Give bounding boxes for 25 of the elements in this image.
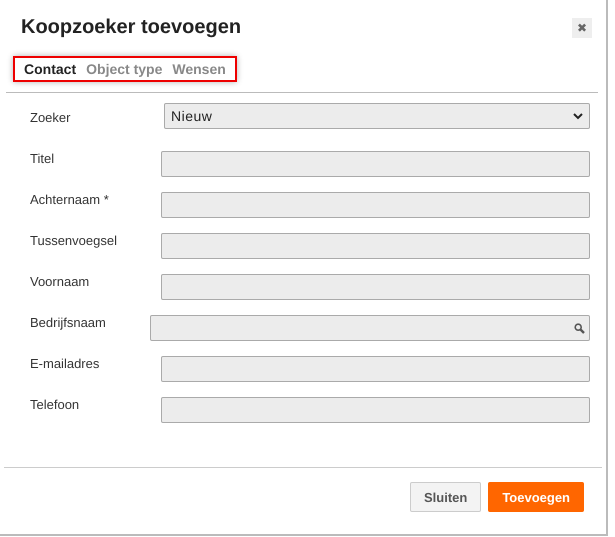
tab[interactable]: Wensen [167,61,231,77]
input-field[interactable] [161,274,590,300]
input-field[interactable] [161,192,590,218]
field-label: Bedrijfsnaam [30,315,107,330]
input-field[interactable] [161,356,590,382]
add-button[interactable]: Toevoegen [488,482,584,512]
chevron-down-icon [573,112,583,120]
input-field[interactable] [161,233,590,259]
close-dialog-button[interactable]: Sluiten [410,482,482,512]
close-button[interactable]: ✖ [572,18,592,38]
field-label: Tussenvoegsel [30,233,118,248]
field-label: Voornaam [30,274,90,289]
tab[interactable]: Object type [81,61,168,77]
input-field[interactable] [161,397,590,423]
field-label: E-mailadres [30,356,100,371]
tab[interactable]: Contact [19,61,82,77]
search-icon [574,322,585,334]
field-label: Telefoon [30,397,80,412]
field-label: Zoeker [30,110,72,125]
input-field[interactable] [161,151,590,177]
field-label: Titel [30,151,56,166]
dialog-title: Koopzoeker toevoegen [21,16,242,38]
field-label: Achternaam * [30,192,110,207]
search-field[interactable] [150,315,590,341]
select-field[interactable]: Nieuw [164,103,590,129]
